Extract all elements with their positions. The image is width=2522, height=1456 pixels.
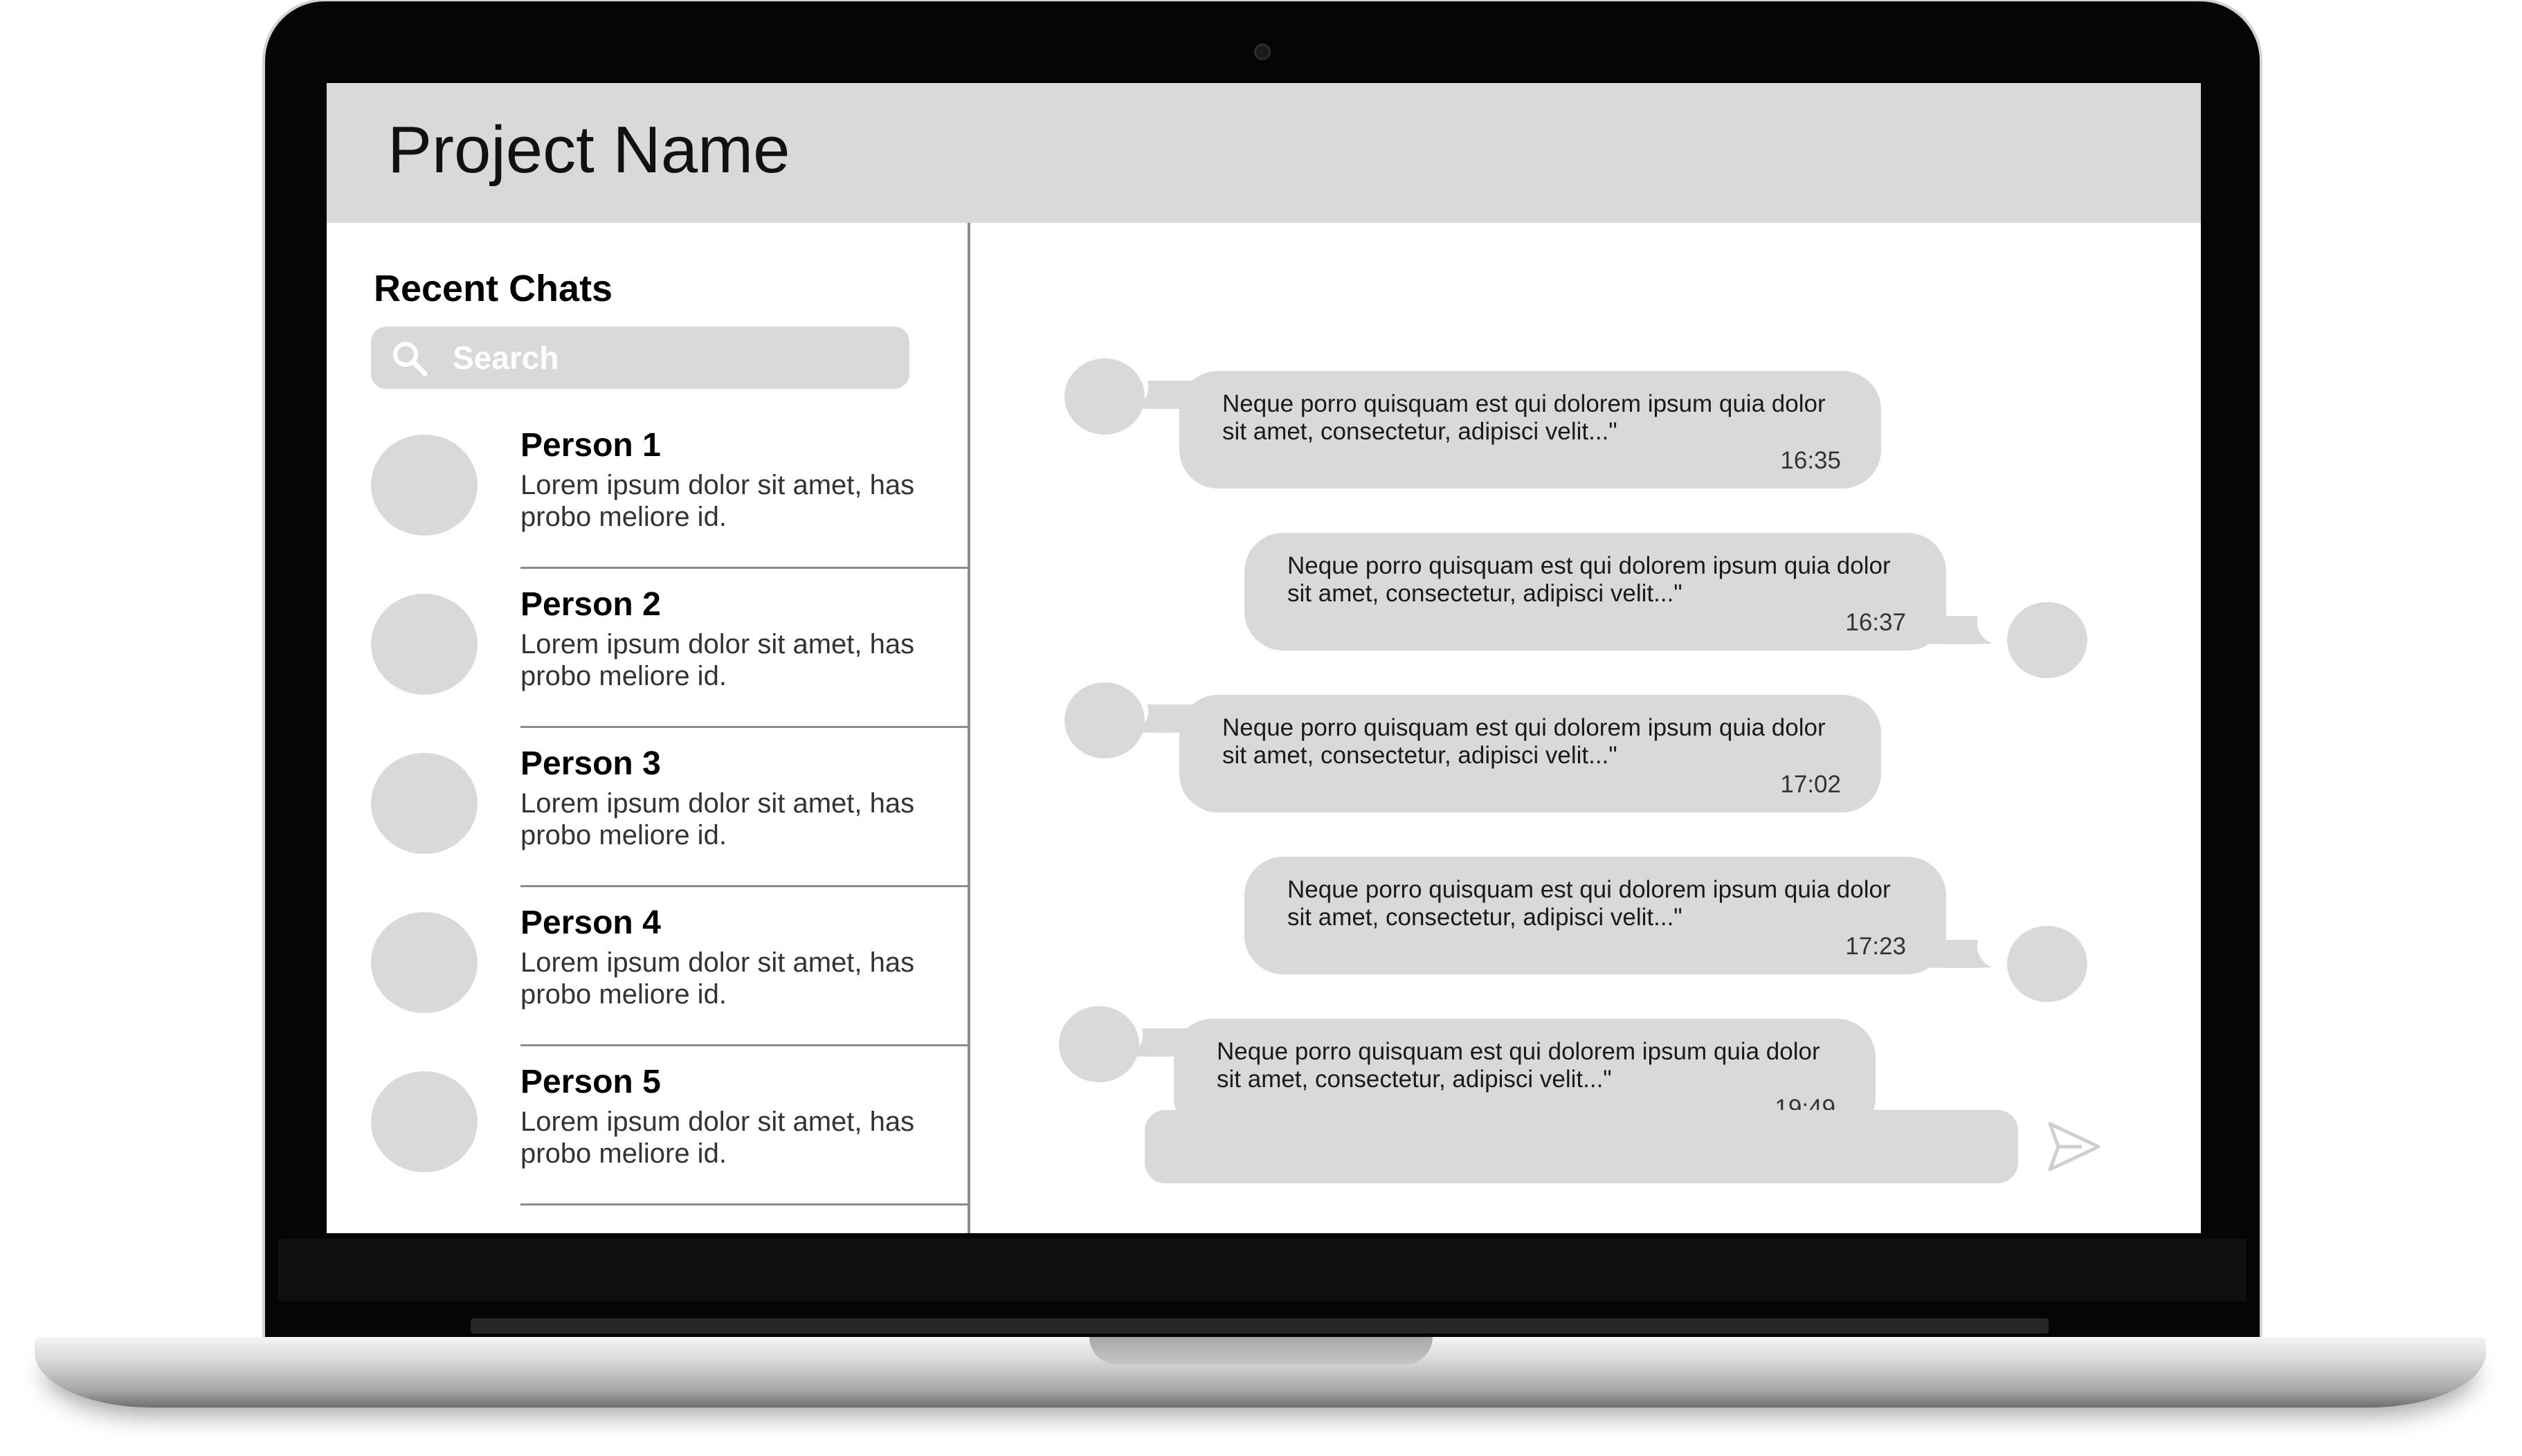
message-text: Neque porro quisquam est qui dolorem ips… xyxy=(1222,390,1826,445)
avatar xyxy=(2007,926,2087,1002)
message-bubble: Neque porro quisquam est qui dolorem ips… xyxy=(1179,695,1881,812)
message-text: Neque porro quisquam est qui dolorem ips… xyxy=(1287,552,1891,607)
search-icon xyxy=(393,342,428,376)
sidebar: Recent Chats Person 1 Lorem ipsum dolor … xyxy=(327,223,970,1233)
laptop-bezel-bottom xyxy=(278,1239,2247,1301)
webcam xyxy=(1254,44,1271,60)
contact-name: Person 5 xyxy=(520,1064,661,1100)
avatar xyxy=(371,912,478,1013)
send-icon xyxy=(2048,1122,2101,1172)
message-time: 17:02 xyxy=(1780,771,1841,798)
message-text: Neque porro quisquam est qui dolorem ips… xyxy=(1287,876,1891,931)
contact-preview: Lorem ipsum dolor sit amet, has probo me… xyxy=(520,1107,915,1169)
avatar xyxy=(2007,602,2087,678)
app-screen: Project Name Recent Chats Person 1 Lorem… xyxy=(327,83,2201,1233)
contact-preview: Lorem ipsum dolor sit amet, has probo me… xyxy=(520,629,915,691)
message-bubble: Neque porro quisquam est qui dolorem ips… xyxy=(1244,533,1946,650)
contact-preview: Lorem ipsum dolor sit amet, has probo me… xyxy=(520,947,915,1010)
contact-item[interactable]: Person 5 Lorem ipsum dolor sit amet, has… xyxy=(327,1046,968,1205)
avatar xyxy=(371,753,478,854)
avatar xyxy=(1064,358,1145,435)
contact-name: Person 1 xyxy=(520,427,661,464)
message-bubble: Neque porro quisquam est qui dolorem ips… xyxy=(1179,371,1881,489)
app-header: Project Name xyxy=(327,83,2201,223)
message-time: 17:23 xyxy=(1845,933,1906,960)
message-bubble: Neque porro quisquam est qui dolorem ips… xyxy=(1244,857,1946,974)
search-input[interactable] xyxy=(453,327,896,389)
contact-name: Person 3 xyxy=(520,745,661,782)
contact-name: Person 4 xyxy=(520,904,661,941)
contact-preview: Lorem ipsum dolor sit amet, has probo me… xyxy=(520,470,915,532)
avatar xyxy=(371,1071,478,1172)
message-input[interactable] xyxy=(1145,1110,2018,1183)
message-time: 16:37 xyxy=(1845,609,1906,636)
contact-item[interactable]: Person 2 Lorem ipsum dolor sit amet, has… xyxy=(327,569,968,728)
chat-panel: Neque porro quisquam est qui dolorem ips… xyxy=(973,223,2201,1233)
laptop-notch xyxy=(1089,1337,1433,1365)
message-text: Neque porro quisquam est qui dolorem ips… xyxy=(1217,1038,1820,1093)
contact-name: Person 2 xyxy=(520,586,661,623)
avatar xyxy=(1059,1006,1139,1082)
avatar xyxy=(371,435,478,536)
contact-item[interactable]: Person 3 Lorem ipsum dolor sit amet, has… xyxy=(327,728,968,887)
contact-item[interactable]: Person 4 Lorem ipsum dolor sit amet, has… xyxy=(327,887,968,1046)
avatar xyxy=(371,594,478,695)
search-bar[interactable] xyxy=(371,327,909,389)
project-title: Project Name xyxy=(388,113,790,187)
divider xyxy=(520,1203,968,1205)
contact-preview: Lorem ipsum dolor sit amet, has probo me… xyxy=(520,788,915,850)
laptop-hinge xyxy=(471,1318,2049,1334)
contact-list: Person 1 Lorem ipsum dolor sit amet, has… xyxy=(327,410,968,1205)
contact-item[interactable]: Person 1 Lorem ipsum dolor sit amet, has… xyxy=(327,410,968,569)
send-button[interactable] xyxy=(2046,1118,2103,1175)
message-time: 16:35 xyxy=(1780,447,1841,474)
message-text: Neque porro quisquam est qui dolorem ips… xyxy=(1222,714,1826,769)
recent-chats-title: Recent Chats xyxy=(374,268,613,309)
avatar xyxy=(1064,682,1145,758)
